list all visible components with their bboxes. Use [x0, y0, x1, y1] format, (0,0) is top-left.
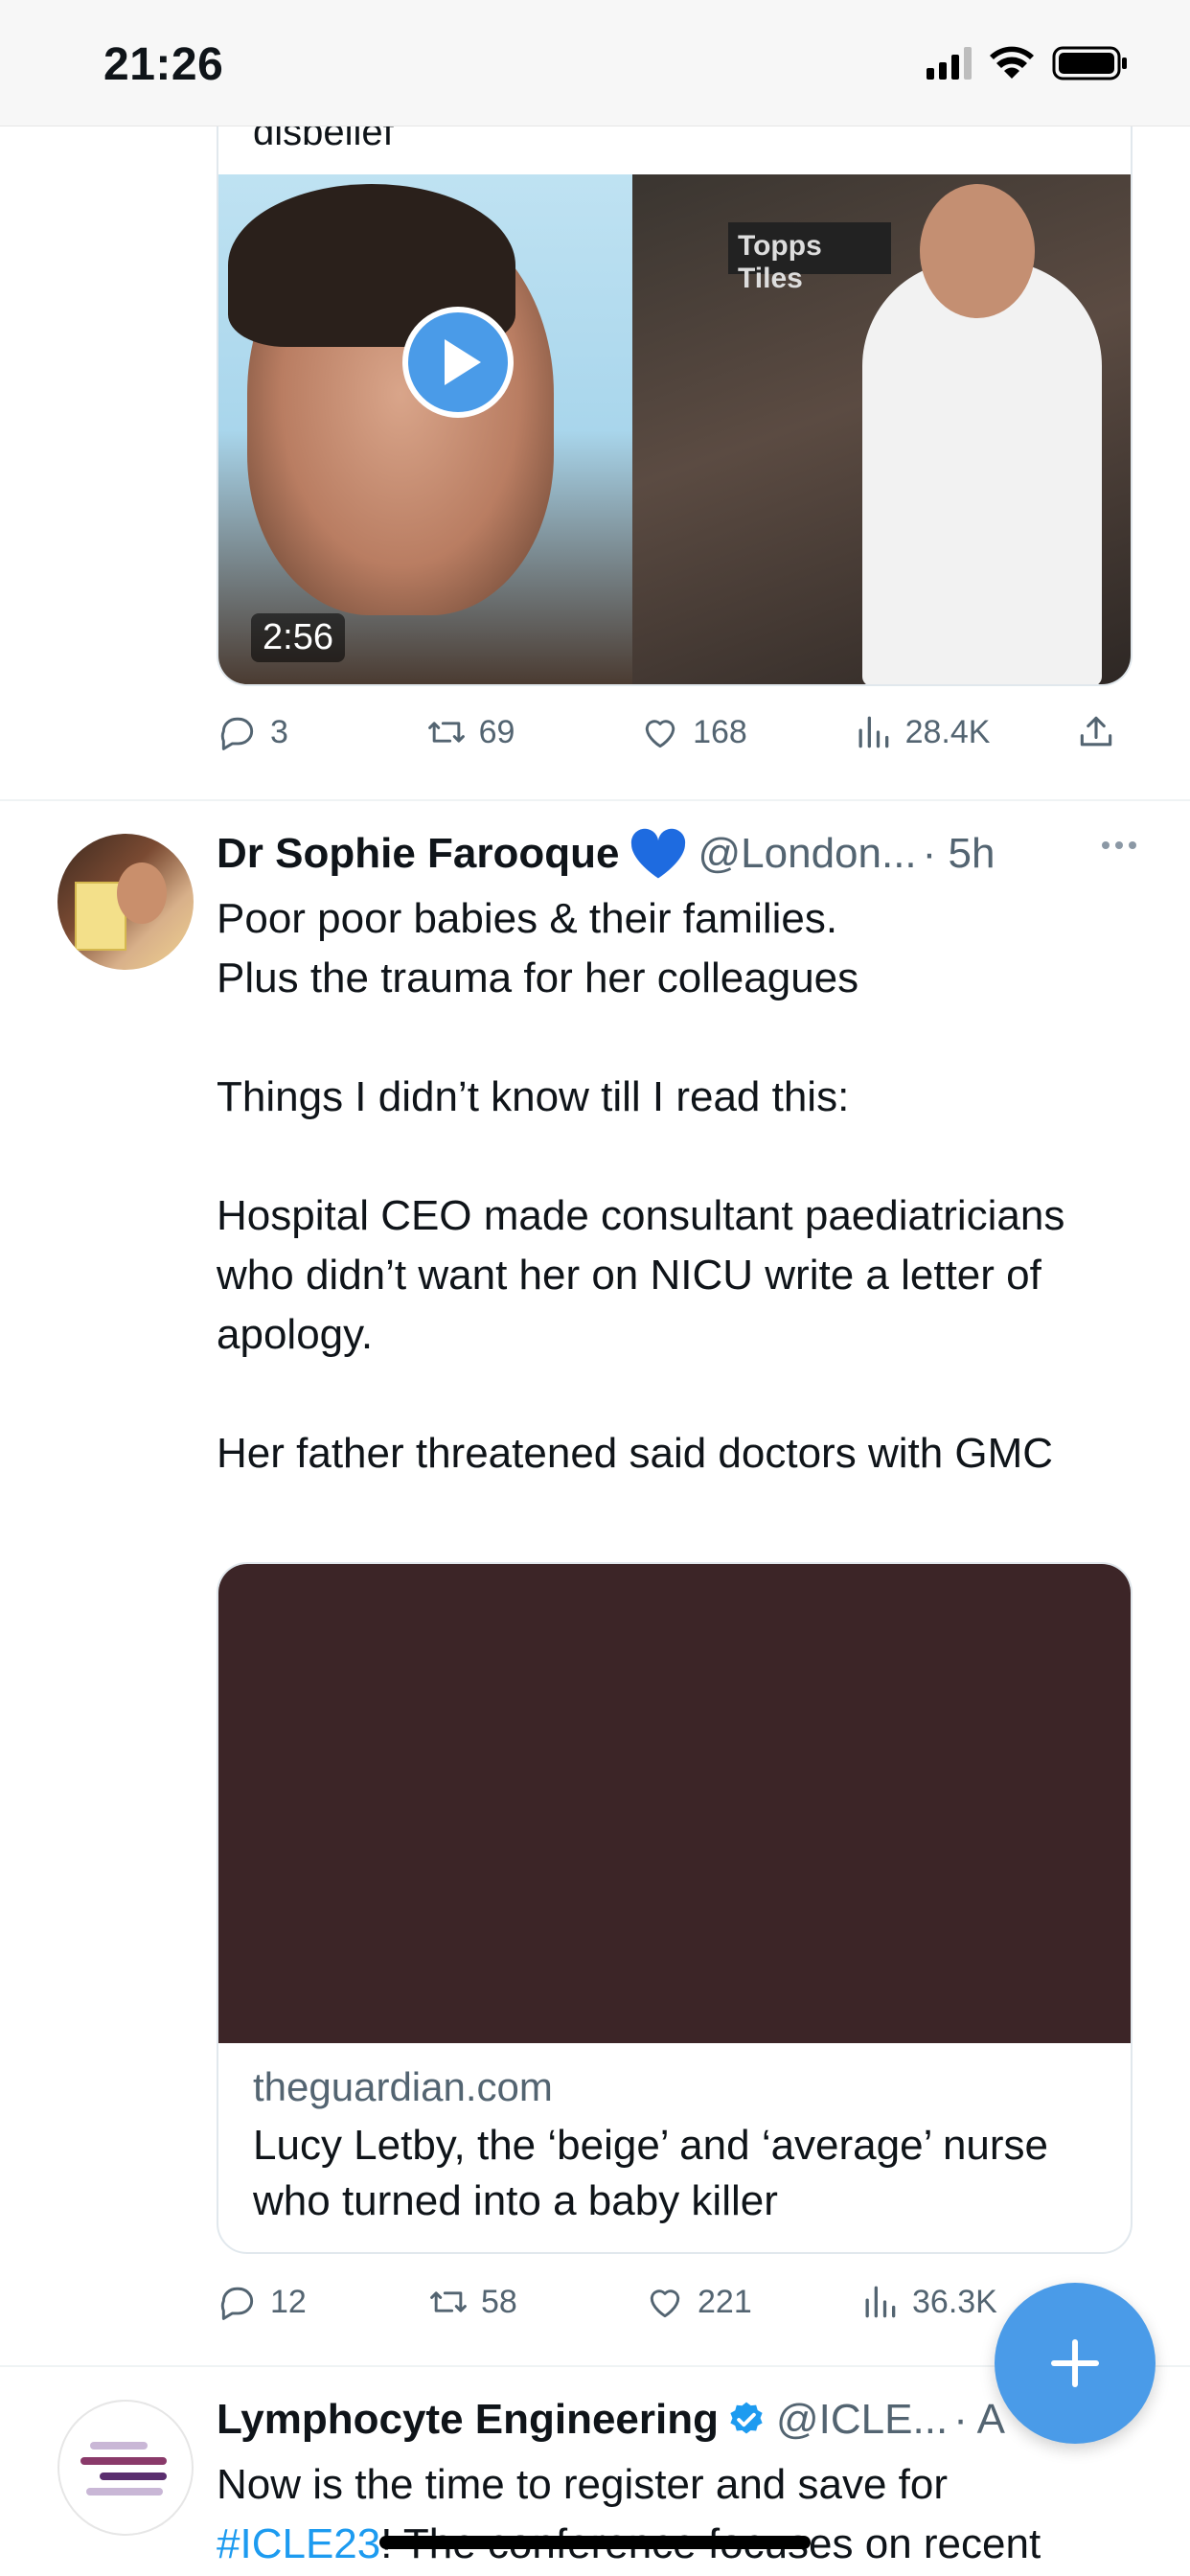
reply-icon [220, 717, 254, 750]
tweet-header: Dr Sophie Farooque @London... · 5h [217, 826, 1136, 882]
wifi-icon [990, 46, 1034, 79]
views-count: 28.4K [904, 713, 991, 750]
speaker-head [920, 184, 1035, 318]
link-preview-card[interactable]: theguardian.com Lucy Letby, the ‘beige’ … [217, 1562, 1133, 2254]
views-button[interactable]: 28.4K [852, 711, 1075, 753]
tweet-text: Now is the time to register and save for… [217, 2455, 1136, 2574]
logo-stripe [90, 2442, 148, 2450]
link-title: Lucy Letby, the ‘beige’ and ‘average’ nu… [253, 2122, 1049, 2224]
author-name[interactable]: Lymphocyte Engineering [217, 2396, 719, 2444]
views-icon [865, 2286, 896, 2318]
tweet-actions: 3 69 168 28.4K [217, 711, 1117, 753]
background-sign: Topps Tiles [728, 222, 891, 294]
play-icon[interactable] [402, 307, 514, 418]
tweet-divider [0, 799, 1190, 801]
author-handle[interactable]: @ICLE... [776, 2396, 948, 2444]
blue-heart-icon [631, 828, 686, 879]
retweet-count: 69 [478, 713, 515, 750]
avatar-face [117, 862, 167, 924]
like-button[interactable]: 221 [644, 2281, 858, 2323]
reply-button[interactable]: 12 [217, 2281, 427, 2323]
share-icon [1080, 716, 1112, 747]
like-button[interactable]: 168 [639, 711, 852, 753]
video-left-frame [218, 174, 632, 684]
avatar[interactable] [57, 834, 194, 970]
retweet-count: 58 [481, 2283, 517, 2320]
share-button[interactable] [1075, 711, 1117, 753]
video-duration: 2:56 [251, 613, 345, 662]
compose-button[interactable] [995, 2283, 1156, 2444]
logo-stripe [86, 2488, 163, 2496]
speaker-figure [862, 261, 1102, 684]
avatar[interactable] [57, 2400, 194, 2536]
reply-button[interactable]: 3 [217, 711, 425, 753]
status-icons [927, 44, 1129, 82]
verified-badge-icon [730, 2402, 763, 2434]
tweet-text: Poor poor babies & their families. Plus … [217, 895, 1065, 1477]
link-preview-image [218, 1564, 1131, 2043]
retweet-button[interactable]: 58 [427, 2281, 644, 2323]
video-right-frame: Topps Tiles [632, 174, 1131, 684]
more-options-icon[interactable] [1102, 841, 1136, 849]
retweet-button[interactable]: 69 [425, 711, 640, 753]
views-icon [858, 716, 888, 748]
signal-icon [927, 47, 972, 80]
tweet-actions: 12 58 221 36.3K [217, 2281, 1117, 2323]
status-time: 21:26 [103, 39, 224, 90]
hashtag-link[interactable]: #ICLE23 [217, 2520, 380, 2567]
views-count: 36.3K [912, 2283, 997, 2320]
plus-icon-vertical [1072, 2339, 1078, 2387]
status-bar: 21:26 [0, 0, 1190, 126]
reply-icon [220, 2287, 254, 2320]
author-handle[interactable]: @London... [698, 830, 916, 878]
logo-stripe [80, 2457, 167, 2465]
like-count: 168 [693, 713, 747, 750]
like-count: 221 [698, 2283, 752, 2320]
logo-stripe [100, 2472, 167, 2480]
tweet-header: Lymphocyte Engineering @ICLE... · A [217, 2392, 1136, 2448]
reply-count: 12 [270, 2283, 307, 2320]
tweet-text-line: Now is the time to register and save for [217, 2461, 948, 2508]
reply-count: 3 [270, 713, 288, 750]
retweet-icon [430, 2291, 467, 2312]
tweet-time[interactable]: · 5h [923, 830, 995, 878]
heart-icon [650, 2289, 680, 2318]
battery-icon [1052, 46, 1127, 80]
video-card[interactable]: Topps Tiles [217, 96, 1133, 686]
retweet-icon [427, 722, 465, 743]
home-indicator[interactable] [379, 2536, 811, 2549]
tweet-time[interactable]: · A [953, 2396, 1005, 2444]
heart-icon [645, 720, 675, 748]
link-domain: theguardian.com [253, 2064, 553, 2109]
video-thumbnail[interactable]: Topps Tiles [218, 174, 1131, 684]
author-name[interactable]: Dr Sophie Farooque [217, 830, 619, 878]
